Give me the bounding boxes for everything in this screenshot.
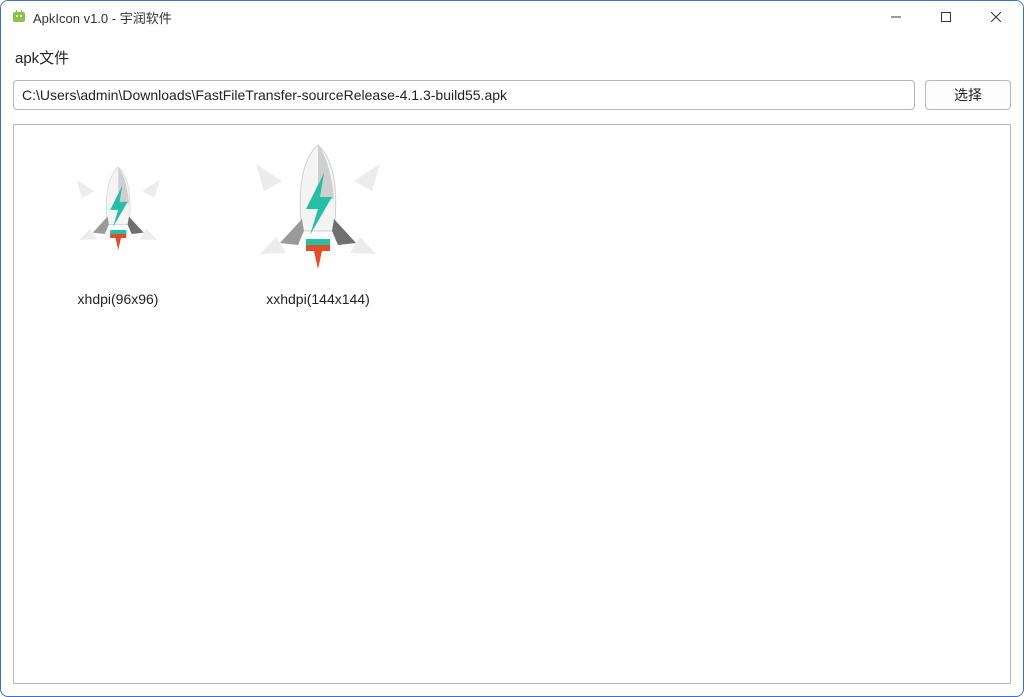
browse-button[interactable]: 选择	[925, 80, 1011, 110]
icon-cell[interactable]: xhdpi(96x96)	[28, 131, 208, 307]
file-label: apk文件	[15, 47, 1011, 68]
content-area: apk文件 选择 xhdpi(96x96)	[1, 33, 1023, 696]
window-title: ApkIcon v1.0 - 宇润软件	[33, 8, 871, 27]
app-window: ApkIcon v1.0 - 宇润软件 apk文件 选择	[0, 0, 1024, 697]
app-icon	[11, 9, 27, 25]
icon-cell[interactable]: xxhdpi(144x144)	[228, 131, 408, 307]
rocket-icon	[238, 131, 398, 291]
apk-path-input[interactable]	[13, 80, 915, 110]
path-row: 选择	[13, 80, 1011, 110]
close-button[interactable]	[971, 1, 1021, 33]
icons-panel[interactable]: xhdpi(96x96) xxhdpi(144x144)	[13, 124, 1011, 684]
window-controls	[871, 1, 1021, 33]
icon-label: xxhdpi(144x144)	[266, 291, 370, 307]
titlebar[interactable]: ApkIcon v1.0 - 宇润软件	[1, 1, 1023, 33]
maximize-button[interactable]	[921, 1, 971, 33]
minimize-button[interactable]	[871, 1, 921, 33]
rocket-icon	[38, 131, 198, 291]
icon-label: xhdpi(96x96)	[78, 291, 159, 307]
